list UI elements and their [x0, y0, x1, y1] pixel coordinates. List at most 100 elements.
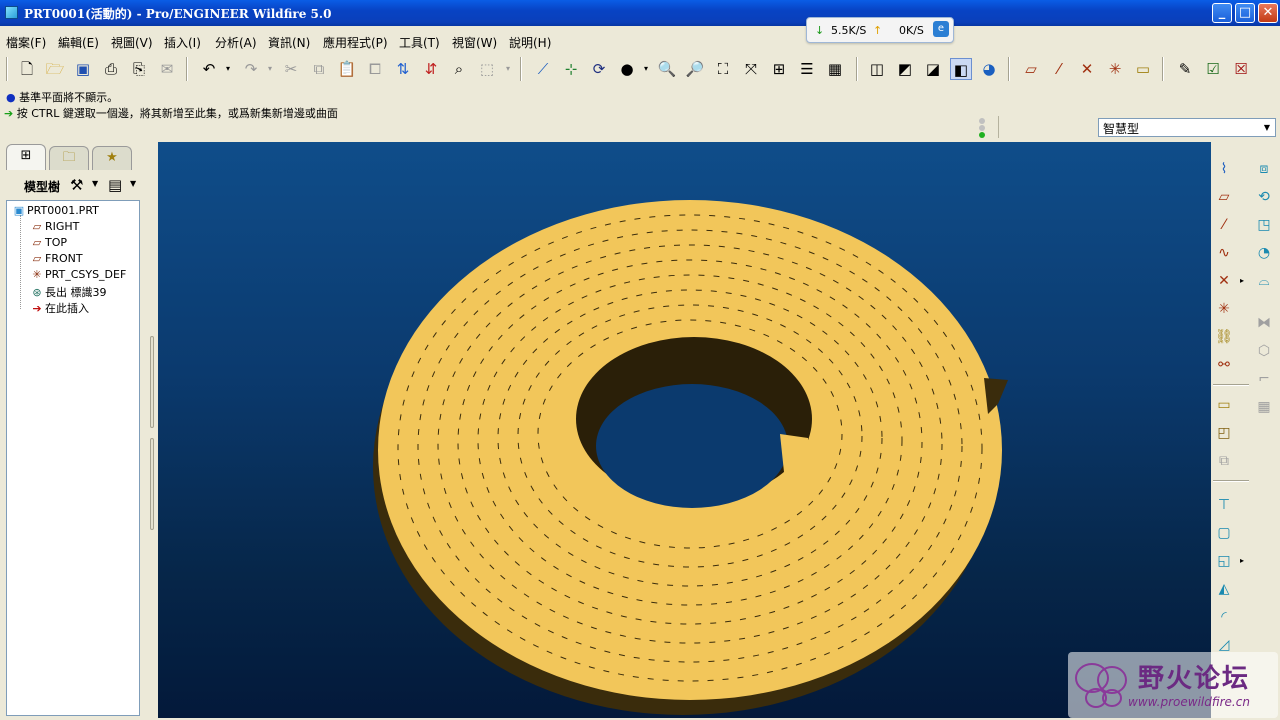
- datum-plane-display-icon[interactable]: ▱: [1020, 58, 1042, 80]
- pattern-icon[interactable]: ▦: [1253, 396, 1275, 418]
- cancel-icon[interactable]: ☒: [1230, 58, 1252, 80]
- no-hidden-icon[interactable]: ◪: [922, 58, 944, 80]
- chevron-down-icon[interactable]: ▼: [130, 179, 136, 188]
- tree-show-icon[interactable]: ▤: [108, 176, 122, 194]
- menu-window[interactable]: 視窗(W): [452, 34, 497, 51]
- menu-edit[interactable]: 編輯(E): [58, 34, 99, 51]
- tree-item-protrusion[interactable]: ⊛ 長出 標識39: [29, 284, 106, 300]
- send-mail-icon[interactable]: ✉: [156, 58, 178, 80]
- undo-icon[interactable]: ↶: [198, 58, 220, 80]
- menu-tools[interactable]: 工具(T): [399, 34, 440, 51]
- sketch-setup-icon[interactable]: ◰: [1213, 422, 1235, 444]
- tree-item-insert-here[interactable]: ➔ 在此插入: [29, 300, 89, 316]
- datum-axis-tool-icon[interactable]: ⁄: [1213, 214, 1235, 236]
- reorient-icon[interactable]: ⤧: [740, 58, 762, 80]
- annotation-display-icon[interactable]: ▭: [1132, 58, 1154, 80]
- saved-views-icon[interactable]: ⊞: [768, 58, 790, 80]
- refit-icon[interactable]: ⛶: [712, 58, 734, 80]
- tree-settings-icon[interactable]: ⚒: [70, 176, 83, 194]
- mirror-icon[interactable]: ⧓: [1253, 312, 1275, 334]
- draft-tool-icon[interactable]: ◭: [1213, 578, 1235, 600]
- datum-axis-display-icon[interactable]: ⁄: [1048, 58, 1070, 80]
- shell-tool-icon[interactable]: ▢: [1213, 522, 1235, 544]
- menu-insert[interactable]: 插入(I): [164, 34, 201, 51]
- datum-point-dropdown-icon[interactable]: ▸: [1237, 270, 1247, 292]
- menu-applications[interactable]: 應用程式(P): [323, 34, 388, 51]
- rib-tool-icon[interactable]: ◱: [1213, 550, 1235, 572]
- spin-center-icon[interactable]: ⊹: [560, 58, 582, 80]
- print-icon[interactable]: ⎙: [100, 58, 122, 80]
- menu-view[interactable]: 視圖(V): [111, 34, 153, 51]
- tree-item-right[interactable]: ▱ RIGHT: [29, 220, 80, 236]
- reference-tool-icon[interactable]: ⚯: [1213, 354, 1235, 376]
- menu-help[interactable]: 說明(H): [509, 34, 551, 51]
- sketch-icon[interactable]: ✎: [1174, 58, 1196, 80]
- regenerate-icon[interactable]: ⇅: [392, 58, 414, 80]
- sketch-edit-icon[interactable]: ⧉: [1213, 450, 1235, 472]
- chevron-down-icon[interactable]: ▼: [92, 179, 98, 188]
- tree-item-top[interactable]: ▱ TOP: [29, 236, 67, 252]
- extrude-icon[interactable]: ⧈: [1253, 158, 1275, 180]
- splitter-grip[interactable]: [150, 336, 154, 428]
- tab-folder-browser[interactable]: 🗀: [49, 146, 89, 170]
- sweep-icon[interactable]: ◳: [1253, 214, 1275, 236]
- round-tool-icon[interactable]: ◜: [1213, 606, 1235, 628]
- open-folder-icon[interactable]: 🗁: [44, 58, 66, 80]
- sketch-tool-icon[interactable]: ▭: [1213, 394, 1235, 416]
- tree-item-front[interactable]: ▱ FRONT: [29, 252, 83, 268]
- tab-favorites[interactable]: ★: [92, 146, 132, 170]
- csys-tool-icon[interactable]: ✳: [1213, 298, 1235, 320]
- merge-icon[interactable]: ⬡: [1253, 340, 1275, 362]
- tab-model-tree[interactable]: ⊞: [6, 144, 46, 170]
- wireframe-icon[interactable]: ◫: [866, 58, 888, 80]
- undo-dropdown-icon[interactable]: ▾: [224, 58, 232, 80]
- trim-icon[interactable]: ⌐: [1253, 368, 1275, 390]
- tree-item-part[interactable]: ▣ PRT0001.PRT: [11, 204, 99, 220]
- display-style-dropdown-icon[interactable]: ▾: [642, 58, 650, 80]
- copy-icon[interactable]: ⧉: [308, 58, 330, 80]
- select-dropdown-icon[interactable]: ▾: [504, 58, 512, 80]
- print-preview-icon[interactable]: ⎘: [128, 58, 150, 80]
- menu-info[interactable]: 資訊(N): [268, 34, 310, 51]
- tree-item-csys[interactable]: ✳ PRT_CSYS_DEF: [29, 268, 126, 284]
- selection-filter-select[interactable]: 智慧型 ▼: [1098, 118, 1276, 137]
- chevron-down-icon[interactable]: ▼: [1260, 120, 1274, 135]
- panel-splitter[interactable]: [148, 336, 156, 530]
- analysis-tool-icon[interactable]: ⛓: [1213, 326, 1235, 348]
- paste-special-icon[interactable]: ⧠: [364, 58, 386, 80]
- datum-point-display-icon[interactable]: ✕: [1076, 58, 1098, 80]
- blend-icon[interactable]: ◔: [1253, 242, 1275, 264]
- orient-mode-icon[interactable]: ⟳: [588, 58, 610, 80]
- layers-icon[interactable]: ☰: [796, 58, 818, 80]
- boundary-blend-icon[interactable]: ⌓: [1253, 270, 1275, 292]
- repaint-icon[interactable]: ⟋: [532, 58, 554, 80]
- hidden-line-icon[interactable]: ◩: [894, 58, 916, 80]
- cut-icon[interactable]: ✂: [280, 58, 302, 80]
- enhanced-realism-icon[interactable]: ◕: [978, 58, 1000, 80]
- datum-curve-tool-icon[interactable]: ∿: [1213, 242, 1235, 264]
- csys-display-icon[interactable]: ✳: [1104, 58, 1126, 80]
- save-icon[interactable]: ▣: [72, 58, 94, 80]
- regen-manager-icon[interactable]: ⇵: [420, 58, 442, 80]
- splitter-grip[interactable]: [150, 438, 154, 530]
- select-box-icon[interactable]: ⬚: [476, 58, 498, 80]
- paste-icon[interactable]: 📋: [336, 58, 358, 80]
- new-file-icon[interactable]: 🗋: [16, 58, 38, 80]
- menu-analysis[interactable]: 分析(A): [215, 34, 257, 51]
- shading-icon[interactable]: ◧: [950, 58, 972, 80]
- close-button[interactable]: ✕: [1258, 3, 1278, 23]
- zoom-out-icon[interactable]: 🔎: [684, 58, 706, 80]
- redo-dropdown-icon[interactable]: ▾: [266, 58, 274, 80]
- datum-point-tool-icon[interactable]: ✕: [1213, 270, 1235, 292]
- menu-file[interactable]: 檔案(F): [6, 34, 46, 51]
- find-icon[interactable]: ⌕: [448, 58, 470, 80]
- spiral-model[interactable]: [158, 142, 1211, 718]
- accept-icon[interactable]: ☑: [1202, 58, 1224, 80]
- datum-plane-tool-icon[interactable]: ▱: [1213, 186, 1235, 208]
- maximize-button[interactable]: □: [1235, 3, 1255, 23]
- minimize-button[interactable]: _: [1212, 3, 1232, 23]
- rib-dropdown-icon[interactable]: ▸: [1237, 550, 1247, 572]
- extrude-tool-icon[interactable]: ⊤: [1213, 494, 1235, 516]
- graphics-viewport[interactable]: [158, 142, 1211, 718]
- view-manager-icon[interactable]: ▦: [824, 58, 846, 80]
